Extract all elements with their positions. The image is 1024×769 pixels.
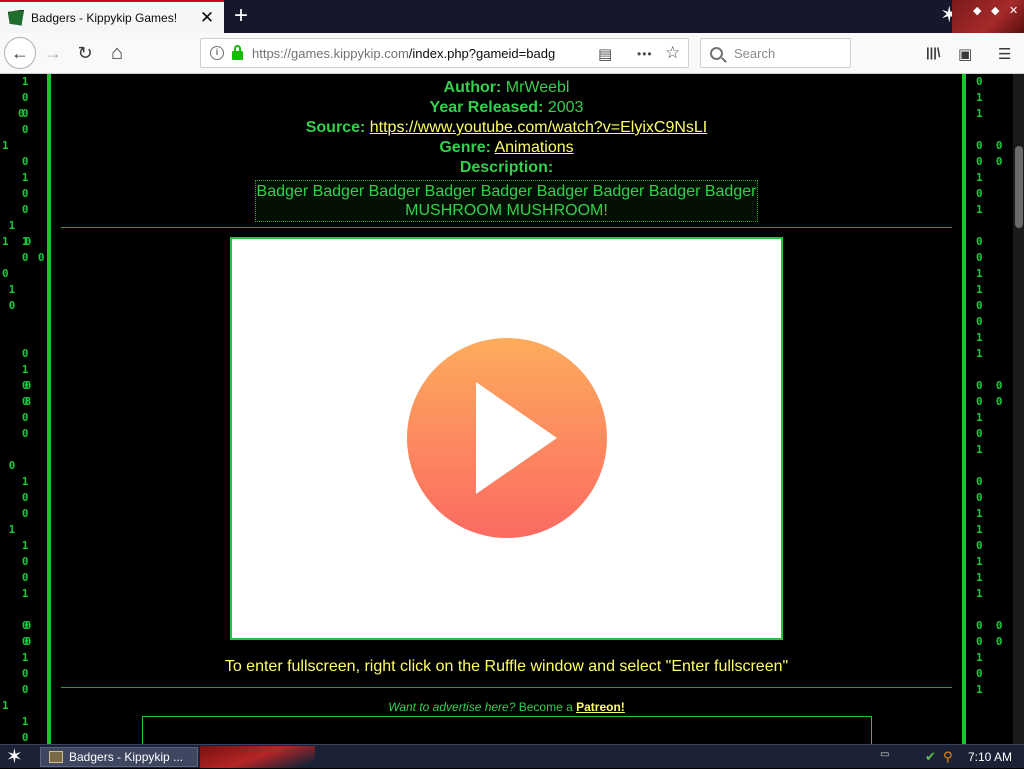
description-box: Badger Badger Badger Badger Badger Badge… (255, 180, 758, 222)
site-favicon-icon (8, 9, 24, 26)
web-page: 1 0 0 0 1 0 1 0 0 1 1 1 0 0 1 0 0 1 0 0 … (0, 74, 1024, 744)
site-info-icon[interactable]: i (210, 46, 224, 60)
reload-button[interactable]: ↻ (70, 38, 100, 68)
taskbar-decoration (200, 746, 315, 768)
right-border-bar (962, 74, 966, 744)
url-bar[interactable]: i https://games.kippykip.com/index.php?g… (200, 38, 689, 68)
network-icon[interactable]: ✔ (925, 749, 936, 765)
search-icon (710, 46, 723, 60)
search-box[interactable]: Search (700, 38, 851, 68)
forward-button[interactable]: → (38, 38, 68, 68)
taskbar-task-badgers[interactable]: Badgers - Kippykip ... (40, 747, 198, 767)
source-link[interactable]: https://www.youtube.com/watch?v=ElyixC9N… (370, 119, 707, 136)
year-line: Year Released: 2003 (429, 99, 584, 116)
maximize-icon[interactable]: ◆ (991, 4, 999, 17)
genre-line: Genre: Animations (439, 139, 574, 156)
patreon-link[interactable]: Patreon! (576, 700, 625, 714)
menu-icon[interactable]: ☰ (998, 45, 1011, 63)
lock-icon[interactable] (232, 44, 243, 60)
scrollbar-thumb[interactable] (1015, 146, 1023, 228)
tab-badgers[interactable]: Badgers - Kippykip Games! ✕ (0, 0, 224, 33)
os-taskbar: ✶ Badgers - Kippykip ... ▭ ✔ ⚲ 7:10 AM (0, 744, 1024, 768)
genre-link[interactable]: Animations (494, 139, 573, 156)
new-tab-button[interactable]: + (226, 2, 256, 32)
search-placeholder: Search (734, 45, 776, 61)
close-window-icon[interactable]: ✕ (1009, 4, 1018, 17)
close-tab-icon[interactable]: ✕ (198, 8, 216, 27)
play-button-icon[interactable] (407, 338, 607, 538)
url-text[interactable]: https://games.kippykip.com/index.php?gam… (252, 46, 559, 61)
advert-box (142, 716, 872, 744)
left-border-bar (47, 74, 51, 744)
ruffle-player[interactable] (230, 237, 783, 640)
home-button[interactable]: ⌂ (102, 38, 132, 68)
source-line: Source: https://www.youtube.com/watch?v=… (305, 119, 708, 136)
reader-view-icon[interactable]: ▤ (598, 45, 612, 63)
bookmark-star-icon[interactable]: ☆ (665, 43, 680, 63)
app-window-icon (49, 751, 63, 763)
keyboard-icon[interactable]: ▭ (880, 749, 889, 760)
divider (61, 227, 952, 228)
library-icon[interactable]: |||\ (926, 45, 941, 60)
minimize-icon[interactable]: ◆ (973, 4, 981, 17)
matrix-rain-right: 0 1 1 0 0 0 0 1 0 1 0 0 1 1 0 0 1 1 0 0 … (976, 75, 1003, 696)
navigation-toolbar: ← → ↻ ⌂ i https://games.kippykip.com/ind… (0, 33, 1024, 74)
matrix-rain-left-2: 0 0 0 0 8 0 0 (18, 107, 45, 648)
sidebar-icon[interactable]: ▣ (958, 45, 972, 63)
search-tray-icon[interactable]: ⚲ (943, 749, 953, 765)
game-info-panel: Author: MrWeebl Year Released: 2003 Sour… (61, 74, 952, 744)
advert-line: Want to advertise here? Become a Patreon… (388, 700, 625, 714)
back-button[interactable]: ← (4, 37, 36, 69)
tab-title: Badgers - Kippykip Games! (31, 10, 178, 25)
tab-strip: Badgers - Kippykip Games! ✕ + ✶ ◆ ◆ ✕ (0, 0, 1024, 33)
author-line: Author: MrWeebl (443, 79, 570, 96)
fullscreen-hint: To enter fullscreen, right click on the … (224, 658, 789, 675)
page-actions-icon[interactable]: ••• (637, 47, 653, 61)
clock: 7:10 AM (968, 750, 1013, 764)
description-heading: Description: (459, 159, 554, 176)
start-menu-icon[interactable]: ✶ (6, 745, 23, 769)
divider (61, 687, 952, 688)
